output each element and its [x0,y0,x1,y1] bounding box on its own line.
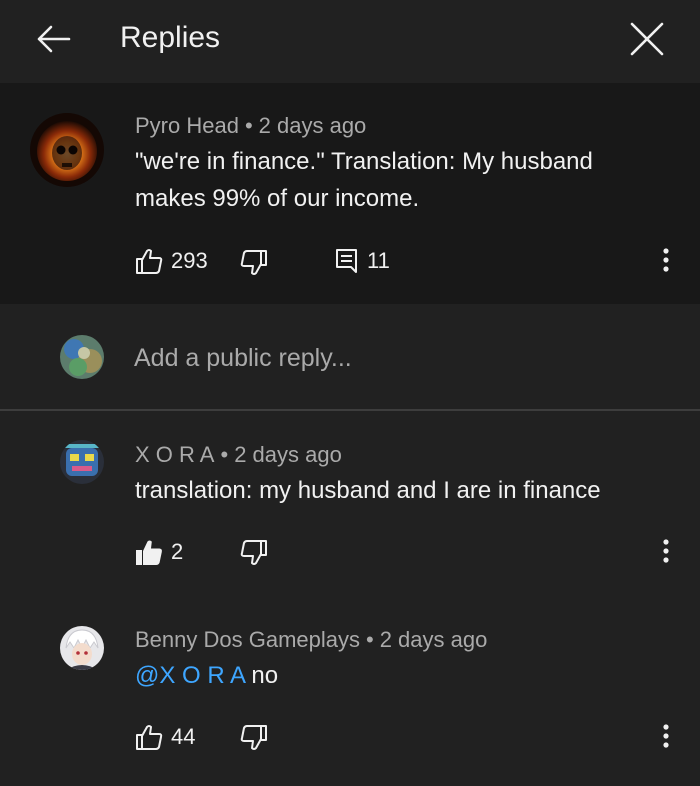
more-vertical-icon [663,724,669,748]
public-reply-input[interactable]: Add a public reply... [134,340,654,376]
comment-time[interactable]: 2 days ago [234,442,342,467]
meta-separator: • [244,113,253,138]
comment-meta: Pyro Head • 2 days ago [135,112,366,140]
more-options-button[interactable] [651,240,681,280]
like-button[interactable]: 293 [135,246,208,276]
comment-text: "we're in finance." Translation: My husb… [135,148,593,212]
comment-author[interactable]: Pyro Head [135,113,239,138]
replies-header: Replies [0,0,700,83]
more-options-button[interactable] [651,531,681,571]
user-avatar-image [60,335,104,379]
user-mention-link[interactable]: @X O R A [135,662,245,689]
page-title: Replies [120,21,221,54]
like-count: 293 [171,248,208,273]
thumbs-down-icon [240,250,267,275]
avatar[interactable] [60,440,104,484]
thumbs-up-icon [136,725,163,750]
comment-meta: X O R A • 2 days ago [135,441,342,469]
more-options-button[interactable] [651,716,681,756]
like-count: 2 [171,539,184,564]
more-vertical-icon [663,248,669,272]
avatar[interactable] [60,626,104,670]
back-button[interactable] [30,18,76,60]
comment-body: no [244,662,279,689]
thumbs-up-icon [136,249,163,274]
user-avatar-image [60,626,104,670]
replies-button[interactable]: 11 [335,246,390,276]
dislike-button[interactable] [240,538,268,568]
flaming-skull-avatar-image [30,113,104,187]
close-button[interactable] [624,16,670,62]
divider [0,409,700,411]
arrow-left-icon [37,25,71,53]
dislike-button[interactable] [240,248,268,278]
thumbs-down-icon [240,540,267,565]
more-vertical-icon [663,539,669,563]
user-avatar-image [60,440,104,484]
thumbs-up-filled-icon [136,540,162,565]
comment-icon [336,249,357,273]
meta-separator: • [220,442,229,467]
reply-count: 11 [367,248,390,273]
dislike-button[interactable] [240,723,268,753]
comment-meta: Benny Dos Gameplays • 2 days ago [135,626,487,654]
comment-time[interactable]: 2 days ago [380,627,488,652]
comment-text: @X O R A no [135,657,675,694]
like-count: 44 [171,724,196,749]
comment-author[interactable]: Benny Dos Gameplays [135,627,360,652]
like-button[interactable]: 2 [135,537,183,567]
comment-text: translation: my husband and I are in fin… [135,477,601,504]
like-button[interactable]: 44 [135,722,195,752]
avatar [60,335,104,379]
comment-time[interactable]: 2 days ago [259,113,367,138]
comment-author[interactable]: X O R A [135,442,214,467]
avatar[interactable] [30,113,104,187]
close-icon [630,22,664,56]
thumbs-down-icon [240,725,267,750]
meta-separator: • [366,627,374,652]
